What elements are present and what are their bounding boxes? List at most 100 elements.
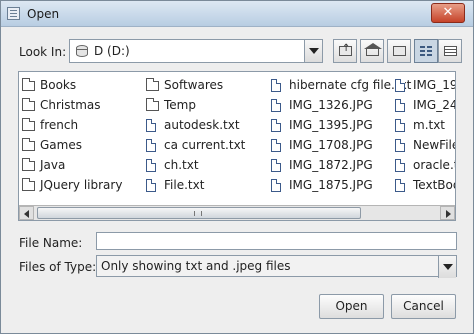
file-icon [395, 99, 405, 112]
list-item-label: JQuery library [40, 178, 123, 192]
list-item-label: oracle.tx [413, 158, 455, 172]
list-item[interactable]: m.txt [395, 115, 455, 135]
list-item-label: m.txt [413, 118, 446, 132]
list-item-label: Java [40, 158, 66, 172]
title-bar: Open ✕ [1, 1, 473, 27]
list-item[interactable]: french [22, 115, 122, 135]
list-item-label: IMG_191 [413, 78, 455, 92]
list-item[interactable]: autodesk.txt [146, 115, 245, 135]
file-type-label: Files of Type: [19, 260, 97, 274]
list-view-icon [420, 46, 433, 56]
file-icon [271, 139, 281, 152]
folder-icon [146, 78, 159, 91]
file-icon [271, 119, 281, 132]
list-item-label: IMG_1326.JPG [289, 98, 373, 112]
list-item[interactable]: Java [22, 155, 122, 175]
up-one-level-icon [339, 43, 352, 56]
file-icon [271, 79, 281, 92]
list-item-label: Games [40, 138, 82, 152]
chevron-down-icon[interactable] [304, 40, 322, 62]
file-icon [271, 179, 281, 192]
list-item-label: File.txt [164, 178, 205, 192]
file-icon [271, 99, 281, 112]
file-icon [146, 119, 156, 132]
open-button[interactable]: Open [319, 294, 384, 319]
new-folder-icon [393, 46, 406, 56]
new-folder-button[interactable] [387, 39, 411, 63]
folder-icon [22, 118, 35, 131]
list-item[interactable]: IMG_1326.JPG [271, 95, 411, 115]
list-item-label: IMG_1708.JPG [289, 138, 373, 152]
list-item-label: IMG_1395.JPG [289, 118, 373, 132]
file-column: IMG_191 IMG_241 m.txt NewFilee oracle.tx… [395, 75, 455, 195]
horizontal-scrollbar[interactable] [19, 205, 455, 220]
chevron-down-icon[interactable] [438, 256, 456, 278]
scrollbar-thumb[interactable] [37, 207, 361, 219]
look-in-combo[interactable]: D (D:) [69, 39, 323, 63]
file-icon [146, 139, 156, 152]
file-column: hibernate cfg file.txt IMG_1326.JPG IMG_… [271, 75, 411, 195]
list-item[interactable]: IMG_191 [395, 75, 455, 95]
file-icon [395, 159, 405, 172]
list-item[interactable]: IMG_1395.JPG [271, 115, 411, 135]
list-item[interactable]: Softwares [146, 75, 245, 95]
list-item[interactable]: NewFilee [395, 135, 455, 155]
list-item-label: ch.txt [164, 158, 199, 172]
close-button[interactable]: ✕ [431, 3, 465, 23]
details-view-icon [444, 46, 457, 56]
list-item[interactable]: ch.txt [146, 155, 245, 175]
file-icon [395, 79, 405, 92]
disk-icon [76, 45, 88, 57]
file-column: Books Christmas french Games Java JQuery… [22, 75, 122, 195]
file-column: Softwares Temp autodesk.txt ca current.t… [146, 75, 245, 195]
folder-icon [22, 78, 35, 91]
folder-icon [146, 98, 159, 111]
file-list[interactable]: Books Christmas french Games Java JQuery… [18, 71, 456, 221]
list-item[interactable]: oracle.tx [395, 155, 455, 175]
list-item[interactable]: Books [22, 75, 122, 95]
folder-icon [22, 138, 35, 151]
list-item-label: Softwares [164, 78, 224, 92]
details-view-button[interactable] [438, 39, 462, 63]
up-one-level-button[interactable] [333, 39, 357, 63]
list-item[interactable]: IMG_241 [395, 95, 455, 115]
open-dialog: Open ✕ Look In: D (D:) Books Christmas f… [0, 0, 474, 334]
list-item[interactable]: JQuery library [22, 175, 122, 195]
list-item[interactable]: Temp [146, 95, 245, 115]
list-view-button[interactable] [414, 39, 438, 63]
list-item[interactable]: Christmas [22, 95, 122, 115]
file-name-field[interactable] [96, 232, 457, 250]
list-item[interactable]: File.txt [146, 175, 245, 195]
folder-icon [22, 98, 35, 111]
list-item[interactable]: IMG_1872.JPG [271, 155, 411, 175]
list-item-label: autodesk.txt [164, 118, 240, 132]
list-item-label: Books [40, 78, 77, 92]
list-item[interactable]: TextBoo [395, 175, 455, 195]
list-item[interactable]: IMG_1708.JPG [271, 135, 411, 155]
scroll-left-arrow-icon[interactable] [19, 206, 34, 220]
list-item[interactable]: ca current.txt [146, 135, 245, 155]
list-item[interactable]: hibernate cfg file.txt [271, 75, 411, 95]
look-in-label: Look In: [19, 45, 67, 59]
list-item-label: ca current.txt [164, 138, 246, 152]
file-type-combo[interactable]: Only showing txt and .jpeg files [96, 255, 457, 278]
folder-icon [22, 178, 35, 191]
scroll-right-arrow-icon[interactable] [440, 206, 455, 220]
home-button[interactable] [360, 39, 384, 63]
list-item-label: french [40, 118, 79, 132]
file-icon [395, 179, 405, 192]
cancel-button[interactable]: Cancel [391, 294, 456, 319]
file-icon [271, 159, 281, 172]
list-item[interactable]: Games [22, 135, 122, 155]
file-icon [146, 179, 156, 192]
folder-icon [22, 158, 35, 171]
home-icon [364, 43, 382, 56]
file-name-label: File Name: [19, 236, 83, 250]
list-item-label: IMG_1872.JPG [289, 158, 373, 172]
file-icon [395, 139, 405, 152]
list-item-label: Christmas [40, 98, 101, 112]
file-type-value: Only showing txt and .jpeg files [101, 259, 291, 273]
file-icon [146, 159, 156, 172]
list-item[interactable]: IMG_1875.JPG [271, 175, 411, 195]
file-icon [395, 119, 405, 132]
